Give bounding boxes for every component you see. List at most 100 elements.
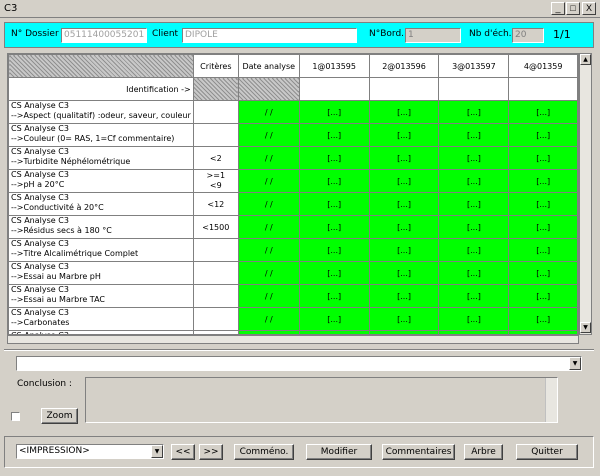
date-cell[interactable]: / / xyxy=(237,215,300,239)
criteria-cell[interactable] xyxy=(192,284,239,308)
result-cell[interactable]: [...] xyxy=(508,284,578,308)
result-cell[interactable]: [...] xyxy=(508,215,578,239)
previous-button[interactable]: << xyxy=(171,444,195,460)
result-cell[interactable]: [...] xyxy=(368,146,440,170)
result-cell[interactable]: [...] xyxy=(298,100,370,124)
result-cell[interactable]: [...] xyxy=(508,123,578,147)
result-cell[interactable]: [...] xyxy=(368,169,440,193)
modifier-button[interactable]: Modifier xyxy=(306,444,372,460)
analysis-name-cell[interactable]: CS Analyse C3 -->Titre Alcalimétrique Com… xyxy=(8,238,194,262)
result-cell[interactable]: [...] xyxy=(438,261,510,285)
identification-cell[interactable] xyxy=(368,77,440,101)
criteria-cell[interactable] xyxy=(192,123,239,147)
identification-cell[interactable] xyxy=(438,77,510,101)
result-cell[interactable]: [...] xyxy=(508,192,578,216)
client-field[interactable]: DIPOLE xyxy=(182,28,357,43)
result-cell[interactable]: [...] xyxy=(438,307,510,331)
analysis-name-cell[interactable]: CS Analyse C3 -->pH a 20°C xyxy=(8,169,194,193)
identification-cell[interactable] xyxy=(298,77,370,101)
quitter-button[interactable]: Quitter xyxy=(516,444,578,460)
criteria-cell[interactable] xyxy=(192,307,239,331)
analysis-name-cell[interactable]: CS Analyse C3 -->Résidus secs à 180 °C xyxy=(8,215,194,239)
conclusion-memo[interactable] xyxy=(85,377,558,423)
date-cell[interactable]: / / xyxy=(237,123,300,147)
date-cell[interactable]: / / xyxy=(237,146,300,170)
date-cell[interactable]: / / xyxy=(237,238,300,262)
chevron-down-icon[interactable]: ▼ xyxy=(151,445,163,458)
result-cell[interactable]: [...] xyxy=(438,100,510,124)
result-cell[interactable]: [...] xyxy=(368,123,440,147)
result-cell[interactable]: [...] xyxy=(368,100,440,124)
grid-horizontal-scrollbar[interactable] xyxy=(7,335,579,344)
arbre-button[interactable]: Arbre xyxy=(464,444,503,460)
result-cell[interactable]: [...] xyxy=(298,284,370,308)
date-cell[interactable]: / / xyxy=(237,192,300,216)
dossier-field[interactable]: 05111400055201 xyxy=(61,28,147,43)
criteria-cell[interactable] xyxy=(192,238,239,262)
analysis-name-cell[interactable]: CS Analyse C3 -->Couleur (0= RAS, 1=Cf co… xyxy=(8,123,194,147)
criteria-cell[interactable]: >=1 <9 xyxy=(192,169,239,193)
result-cell[interactable]: [...] xyxy=(508,238,578,262)
analysis-name-cell[interactable]: CS Analyse C3 -->Carbonates xyxy=(8,307,194,331)
result-cell[interactable]: [...] xyxy=(438,146,510,170)
result-cell[interactable]: [...] xyxy=(298,307,370,331)
result-cell[interactable]: [...] xyxy=(368,307,440,331)
criteria-cell[interactable] xyxy=(192,100,239,124)
result-cell[interactable]: [...] xyxy=(508,100,578,124)
zoom-button[interactable]: Zoom xyxy=(41,408,78,424)
date-cell[interactable]: / / xyxy=(237,169,300,193)
date-cell[interactable]: / / xyxy=(237,100,300,124)
grid-vertical-scrollbar[interactable]: ▲ ▼ xyxy=(579,53,592,335)
criteria-cell[interactable] xyxy=(192,261,239,285)
identification-cell[interactable] xyxy=(508,77,578,101)
bord-field[interactable]: 1 xyxy=(405,28,461,43)
result-cell[interactable]: [...] xyxy=(298,169,370,193)
scroll-down-icon[interactable]: ▼ xyxy=(580,322,591,333)
result-cell[interactable]: [...] xyxy=(508,261,578,285)
close-button[interactable]: X xyxy=(582,2,596,15)
result-cell[interactable]: [...] xyxy=(438,215,510,239)
status-combo[interactable]: ▼ xyxy=(16,356,582,371)
result-cell[interactable]: [...] xyxy=(438,238,510,262)
sample-header[interactable]: 4@01359 xyxy=(508,54,578,78)
analysis-name-cell[interactable]: CS Analyse C3 -->Conductivité à 20°C xyxy=(8,192,194,216)
date-cell[interactable]: / / xyxy=(237,284,300,308)
result-cell[interactable]: [...] xyxy=(368,261,440,285)
minimize-button[interactable]: _ xyxy=(551,2,565,15)
criteria-cell[interactable]: <1500 xyxy=(192,215,239,239)
date-header[interactable]: Date analyse xyxy=(237,54,300,78)
maximize-button[interactable]: □ xyxy=(566,2,580,15)
result-cell[interactable]: [...] xyxy=(298,261,370,285)
result-cell[interactable]: [...] xyxy=(368,238,440,262)
criteres-header[interactable]: Critères xyxy=(192,54,239,78)
analysis-name-cell[interactable]: CS Analyse C3 -->Turbidite Néphélométriqu… xyxy=(8,146,194,170)
scroll-up-icon[interactable]: ▲ xyxy=(580,54,591,65)
sample-header[interactable]: 3@013597 xyxy=(438,54,510,78)
sample-header[interactable]: 1@013595 xyxy=(298,54,370,78)
result-cell[interactable]: [...] xyxy=(368,215,440,239)
result-cell[interactable]: [...] xyxy=(368,192,440,216)
sample-header[interactable]: 2@013596 xyxy=(368,54,440,78)
result-cell[interactable]: [...] xyxy=(298,146,370,170)
result-cell[interactable]: [...] xyxy=(508,307,578,331)
commemo-button[interactable]: Comméno. xyxy=(234,444,294,460)
result-cell[interactable]: [...] xyxy=(438,123,510,147)
analysis-name-cell[interactable]: CS Analyse C3 -->Essai au Marbre TAC xyxy=(8,284,194,308)
criteria-cell[interactable]: <2 xyxy=(192,146,239,170)
next-button[interactable]: >> xyxy=(199,444,223,460)
impression-select[interactable]: <IMPRESSION> ▼ xyxy=(16,444,164,459)
criteria-cell[interactable]: <12 xyxy=(192,192,239,216)
result-cell[interactable]: [...] xyxy=(438,284,510,308)
date-cell[interactable]: / / xyxy=(237,261,300,285)
nbech-field[interactable]: 20 xyxy=(512,28,544,43)
analysis-name-cell[interactable]: CS Analyse C3 -->Essai au Marbre pH xyxy=(8,261,194,285)
result-cell[interactable]: [...] xyxy=(438,169,510,193)
commentaires-button[interactable]: Commentaires xyxy=(382,444,455,460)
result-cell[interactable]: [...] xyxy=(298,238,370,262)
memo-scrollbar[interactable] xyxy=(545,378,557,422)
result-cell[interactable]: [...] xyxy=(298,123,370,147)
result-cell[interactable]: [...] xyxy=(298,215,370,239)
result-cell[interactable]: [...] xyxy=(298,192,370,216)
date-cell[interactable]: / / xyxy=(237,307,300,331)
result-cell[interactable]: [...] xyxy=(508,146,578,170)
